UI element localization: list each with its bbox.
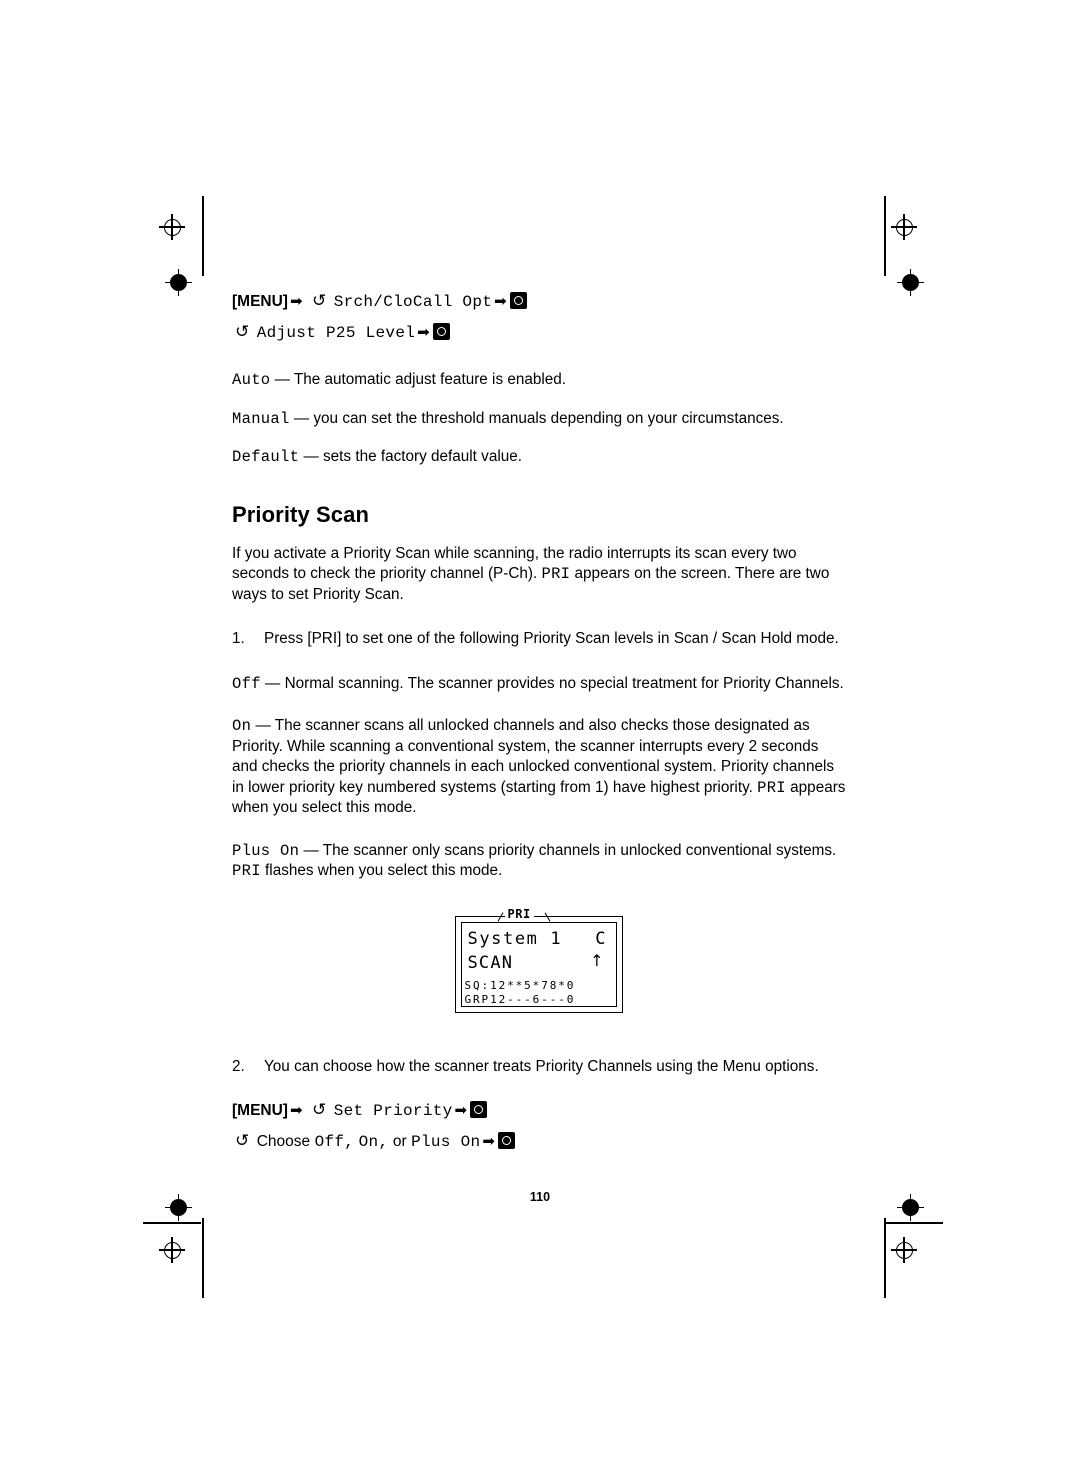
menu-path-bottom-line1: [MENU] ➡ ↻ Set Priority ➡	[232, 1095, 847, 1126]
step-1-text: Press [PRI] to set one of the following …	[264, 629, 847, 650]
level-on-term: On	[232, 717, 252, 735]
lcd-screen: System 1 C SCAN ↑ SQ:12**5*78*0 GRP12---…	[454, 915, 623, 1013]
crop-mark-circle	[895, 218, 913, 236]
level-on: On — The scanner scans all unlocked chan…	[232, 716, 847, 819]
level-off: Off — Normal scanning. The scanner provi…	[232, 674, 847, 695]
step-1: 1. Press [PRI] to set one of the followi…	[232, 629, 847, 650]
lcd-system-label: System 1	[467, 928, 563, 949]
trim-line-right-bottom	[884, 1218, 886, 1298]
level-plus-on-pri-indicator: PRI	[232, 862, 261, 880]
option-auto-desc: — The automatic adjust feature is enable…	[270, 371, 567, 388]
choice-plus-on: Plus On	[411, 1133, 481, 1151]
rotary-knob-icon: ↻	[312, 1100, 327, 1120]
step-1-number: 1.	[232, 630, 245, 647]
crop-mark-circle	[163, 1241, 181, 1259]
crop-mark-bottom-right	[891, 1237, 917, 1263]
choose-label: Choose	[256, 1133, 311, 1150]
option-default-desc: — sets the factory default value.	[299, 448, 522, 465]
lcd-up-arrow-icon: ↑	[590, 950, 604, 970]
step-2: 2. You can choose how the scanner treats…	[232, 1057, 847, 1078]
option-default: Default — sets the factory default value…	[232, 447, 847, 468]
step-1-text-part2: to set one of the following Priority Sca…	[341, 630, 839, 647]
arrow-icon: ➡	[482, 1132, 495, 1150]
crop-mark-circle	[895, 1241, 913, 1259]
choice-on: On,	[358, 1133, 389, 1151]
option-default-term: Default	[232, 448, 300, 466]
section-intro-paragraph: If you activate a Priority Scan while sc…	[232, 544, 847, 606]
intro-pri-indicator: PRI	[541, 565, 571, 583]
menu-path-top-line1: [MENU] ➡ ↻ Srch/CloCall Opt ➡	[232, 286, 847, 317]
registration-dot-top-right	[897, 269, 924, 296]
trim-line-left-bottom	[202, 1218, 204, 1298]
level-off-term: Off	[232, 674, 261, 693]
page-number: 110	[529, 1190, 551, 1204]
select-key-icon	[432, 323, 450, 340]
menu-path-bottom-line2: ↻ Choose Off, On, or Plus On ➡	[232, 1126, 847, 1157]
arrow-icon: ➡	[289, 1101, 303, 1119]
trim-line-right-top	[884, 196, 886, 276]
lcd-corner-indicator: C	[595, 928, 606, 949]
crop-mark-top-left	[159, 214, 185, 240]
option-manual-desc: — you can set the threshold manuals depe…	[289, 409, 784, 427]
lcd-group-row: GRP12---6---0	[464, 992, 576, 1006]
option-manual: Manual — you can set the threshold manua…	[232, 409, 847, 430]
crop-mark-top-right	[891, 214, 917, 240]
arrow-icon: ➡	[289, 292, 303, 310]
rotary-knob-icon: ↻	[235, 1131, 250, 1151]
crop-mark-bottom-left	[159, 1237, 185, 1263]
option-auto-term: Auto	[232, 371, 271, 389]
pri-key-label: [PRI]	[307, 630, 342, 647]
menu-item-adjust-p25-level: Adjust P25 Level	[256, 324, 416, 342]
step-2-text: You can choose how the scanner treats Pr…	[264, 1057, 819, 1075]
arrow-icon: ➡	[454, 1101, 468, 1119]
choice-off: Off,	[314, 1133, 355, 1151]
select-key-icon	[497, 1132, 515, 1149]
arrow-icon: ➡	[417, 323, 430, 341]
rotary-knob-icon: ↻	[235, 322, 250, 342]
trim-line-left-top	[202, 196, 204, 276]
level-off-desc: — Normal scanning. The scanner provides …	[260, 674, 844, 692]
level-on-desc-part1: — The scanner scans all unlocked channel…	[232, 717, 835, 796]
select-key-icon	[509, 292, 527, 309]
lcd-squelch-row: SQ:12**5*78*0	[464, 978, 576, 992]
menu-item-srch-clocall-opt: Srch/CloCall Opt	[333, 293, 493, 311]
lcd-pri-badge: PRI	[504, 906, 534, 921]
trim-line-bottom-right	[885, 1222, 943, 1224]
registration-dot-top-left	[165, 269, 192, 296]
level-plus-on-desc-part2: flashes when you select this mode.	[260, 862, 503, 879]
page-content: [MENU] ➡ ↻ Srch/CloCall Opt ➡ ↻ Adjust P25…	[232, 286, 847, 1157]
arrow-icon: ➡	[494, 292, 507, 310]
step-1-text-part1: Press	[264, 630, 308, 647]
lcd-scan-label: SCAN	[467, 952, 514, 973]
select-key-icon	[470, 1101, 488, 1118]
rotary-knob-icon: ↻	[312, 291, 327, 311]
menu-item-set-priority: Set Priority	[333, 1102, 453, 1120]
level-plus-on-desc-part1: — The scanner only scans priority channe…	[299, 841, 837, 859]
level-plus-on-term: Plus On	[232, 841, 300, 860]
menu-key-label: [MENU]	[232, 293, 288, 310]
section-heading-priority-scan: Priority Scan	[232, 501, 370, 527]
crop-mark-circle	[163, 218, 181, 236]
or-label: or	[392, 1133, 407, 1150]
trim-line-bottom-left	[143, 1222, 201, 1224]
level-on-pri-indicator: PRI	[757, 778, 786, 797]
option-manual-term: Manual	[232, 409, 290, 428]
menu-path-top-line2: ↻ Adjust P25 Level ➡	[232, 317, 847, 348]
step-2-number: 2.	[232, 1057, 245, 1075]
option-auto: Auto — The automatic adjust feature is e…	[232, 370, 847, 391]
menu-key-label: [MENU]	[232, 1102, 288, 1119]
lcd-illustration: System 1 C SCAN ↑ SQ:12**5*78*0 GRP12---…	[454, 906, 625, 1013]
level-plus-on: Plus On — The scanner only scans priorit…	[232, 841, 847, 882]
